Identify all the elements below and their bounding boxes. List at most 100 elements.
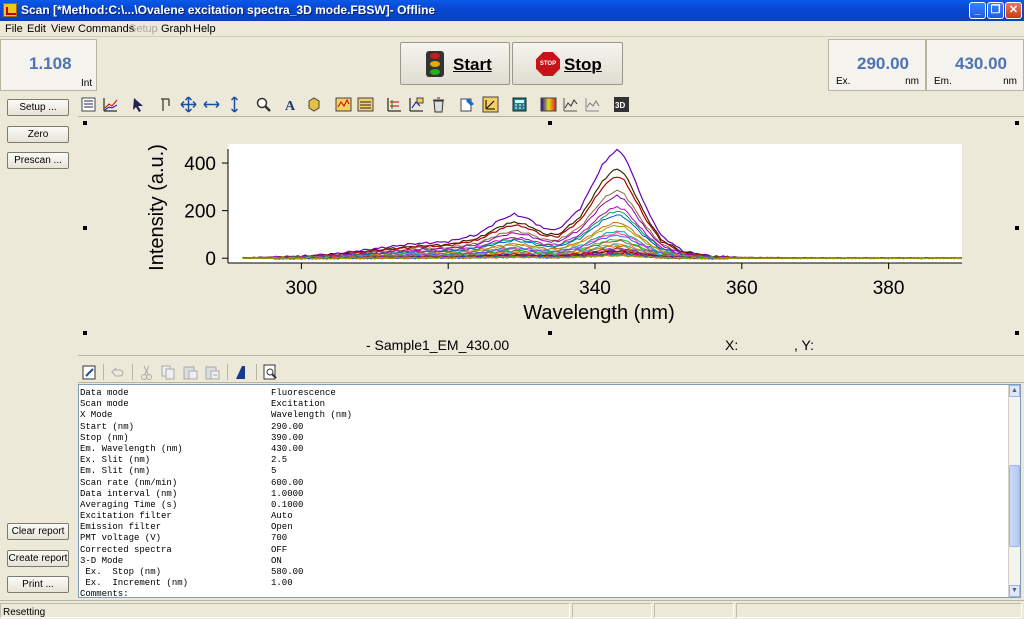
color-map-icon[interactable] — [540, 96, 557, 113]
prescan-button[interactable]: Prescan ... — [7, 152, 69, 169]
menu-graph[interactable]: Graph — [161, 23, 192, 35]
scroll-up-icon[interactable]: ▲ — [1009, 385, 1020, 397]
create-report-button[interactable]: Create report — [7, 550, 69, 567]
resize-handle[interactable] — [548, 331, 552, 335]
spectrum-chart[interactable]: 0 200 400 300 320 340 360 380 Wavelength (nm) Int… — [78, 117, 1024, 357]
report-row: Start (nm) 290.00 — [79, 422, 1009, 433]
3d-icon[interactable]: 3D — [613, 96, 630, 113]
spectra-icon[interactable] — [335, 96, 352, 113]
report-edit-icon[interactable] — [81, 364, 98, 381]
spectrum-graph[interactable]: 0 200 400 300 320 340 360 380 Wavelength (nm) Int… — [78, 116, 1024, 356]
copy-icon[interactable] — [160, 364, 177, 381]
report-row: Scan mode Excitation — [79, 399, 1009, 410]
chart-select-icon[interactable] — [102, 96, 119, 113]
baseline-icon[interactable] — [408, 96, 425, 113]
print-button[interactable]: Print ... — [7, 576, 69, 593]
setup-button[interactable]: Setup ... — [7, 99, 69, 116]
x-axis-title: Wavelength (nm) — [523, 302, 675, 324]
report-key: 3-D Mode — [80, 555, 124, 566]
report-value: 5 — [271, 466, 277, 477]
cursor-icon[interactable] — [158, 96, 175, 113]
resize-handle[interactable] — [1015, 226, 1019, 230]
paste-icon[interactable] — [182, 364, 199, 381]
line-graph-icon[interactable] — [562, 96, 579, 113]
x-tick-label: 300 — [286, 278, 318, 299]
report-text-area[interactable]: Data mode Fluorescence Scan mode Excitation… — [78, 384, 1021, 598]
clear-report-button[interactable]: Clear report — [7, 523, 69, 540]
report-row: Em. Wavelength (nm) 430.00 — [79, 444, 1009, 455]
status-bar: Resetting — [0, 600, 1024, 619]
axis-icon[interactable] — [482, 96, 499, 113]
vertical-scale-icon[interactable] — [226, 96, 243, 113]
status-segment: Resetting — [0, 603, 570, 618]
line-graph-alt-icon[interactable] — [584, 96, 601, 113]
menu-file[interactable]: File — [5, 23, 23, 35]
close-button[interactable]: ✕ — [1005, 2, 1022, 19]
report-value: Excitation — [271, 399, 326, 410]
x-tick-label: 320 — [432, 278, 464, 299]
report-key: PMT voltage (V) — [80, 533, 162, 544]
start-label: Start — [453, 55, 492, 74]
pointer-icon[interactable] — [130, 96, 147, 113]
report-key: Em. Slit (nm) — [80, 466, 151, 477]
move-icon[interactable] — [180, 96, 197, 113]
y-axis-title: Intensity (a.u.) — [146, 144, 168, 271]
scroll-thumb[interactable] — [1009, 465, 1020, 547]
title-bar[interactable]: Scan [*Method:C:\...\Ovalene excitation … — [0, 0, 1024, 21]
menu-edit[interactable]: Edit — [27, 23, 46, 35]
report-value: OFF — [271, 544, 288, 555]
start-button[interactable]: Start — [400, 42, 510, 85]
resize-handle[interactable] — [548, 121, 552, 125]
em-value: 430.00 — [955, 54, 1007, 73]
report-row: Stop (nm) 390.00 — [79, 433, 1009, 444]
report-key: Ex. Slit (nm) — [80, 455, 151, 466]
report-key: Scan mode — [80, 399, 129, 410]
report-row: Ex. Stop (nm) 580.00 — [79, 567, 1009, 578]
paint-icon[interactable] — [459, 96, 476, 113]
menu-view[interactable]: View — [51, 23, 75, 35]
report-scrollbar[interactable]: ▲ ▼ — [1008, 385, 1020, 597]
print-preview-icon[interactable] — [262, 364, 279, 381]
scroll-down-icon[interactable]: ▼ — [1009, 585, 1020, 597]
report-value: 600.00 — [271, 477, 304, 488]
menu-commands[interactable]: Commands — [78, 23, 134, 35]
horizontal-scale-icon[interactable] — [203, 96, 220, 113]
report-value: ON — [271, 555, 282, 566]
report-row: Data interval (nm) 1.0000 — [79, 489, 1009, 500]
calculator-icon[interactable] — [511, 96, 528, 113]
resize-handle[interactable] — [83, 226, 87, 230]
shape-icon[interactable] — [305, 96, 322, 113]
report-row: Excitation filter Auto — [79, 511, 1009, 522]
menu-help[interactable]: Help — [193, 23, 216, 35]
report-key: Data mode — [80, 388, 129, 398]
report-value: 580.00 — [271, 567, 304, 577]
report-key: Comments: — [80, 589, 129, 598]
zoom-icon[interactable] — [255, 96, 272, 113]
report-key: Scan rate (nm/min) — [80, 477, 178, 488]
maximize-button[interactable]: ❐ — [987, 2, 1004, 19]
font-icon[interactable] — [233, 364, 250, 381]
resize-handle[interactable] — [83, 121, 87, 125]
paste-special-icon[interactable] — [204, 364, 221, 381]
minimize-button[interactable]: _ — [969, 2, 986, 19]
resize-handle[interactable] — [83, 331, 87, 335]
intensity-readout: 1.108 Int — [0, 39, 97, 91]
y-tick-label: 200 — [184, 202, 216, 223]
stop-button[interactable]: STOP Stop — [512, 42, 623, 85]
resize-handle[interactable] — [1015, 121, 1019, 125]
delete-icon[interactable] — [430, 96, 447, 113]
text-annotation-icon[interactable]: A — [283, 96, 300, 113]
undo-icon[interactable] — [109, 364, 126, 381]
report-key: X Mode — [80, 410, 113, 421]
resize-handle[interactable] — [1015, 331, 1019, 335]
menu-setup[interactable]: Setup — [129, 23, 158, 35]
zero-button[interactable]: Zero — [7, 126, 69, 143]
report-value: 0.1000 — [271, 499, 304, 510]
emission-wavelength-readout[interactable]: 430.00 Em. nm — [926, 39, 1024, 91]
spectra-edit-icon[interactable] — [357, 96, 374, 113]
report-key: Em. Wavelength (nm) — [80, 443, 183, 454]
excitation-wavelength-readout[interactable]: 290.00 Ex. nm — [828, 39, 926, 91]
list-icon[interactable] — [80, 96, 97, 113]
cut-icon[interactable] — [138, 364, 155, 381]
overlay-icon[interactable] — [386, 96, 403, 113]
